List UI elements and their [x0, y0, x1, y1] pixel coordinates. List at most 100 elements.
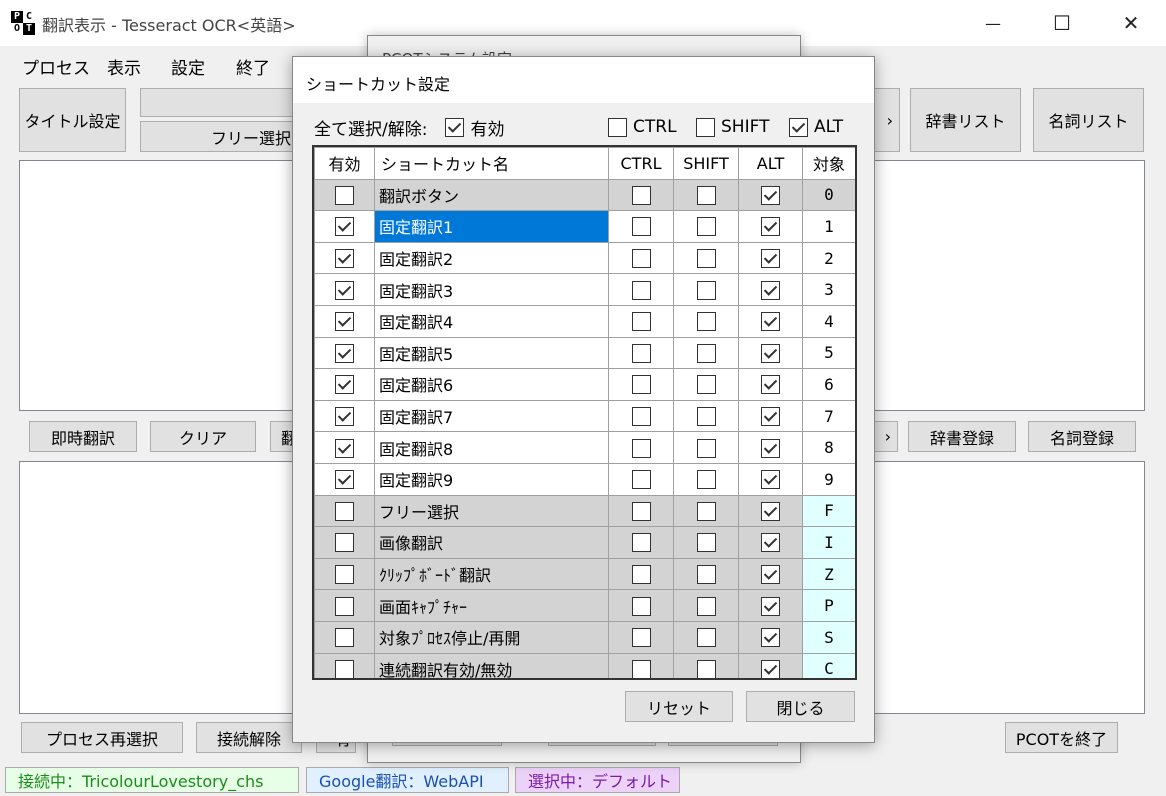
shortcut-name-cell[interactable]: 固定翻訳1: [374, 210, 609, 243]
shortcut-name-cell[interactable]: 連続翻訳有効/無効: [374, 652, 609, 678]
row-ctrl-checkbox[interactable]: [631, 375, 651, 395]
row-shift-checkbox[interactable]: [696, 659, 716, 678]
row-ctrl-checkbox[interactable]: [631, 596, 651, 616]
row-enabled-cell[interactable]: [314, 241, 375, 275]
row-ctrl-cell[interactable]: [608, 399, 674, 433]
row-shift-cell[interactable]: [673, 494, 739, 528]
toolbar-upper-button[interactable]: [140, 88, 300, 117]
shortcut-name-cell[interactable]: 固定翻訳3: [374, 273, 609, 306]
header-shortcut-name[interactable]: ショートカット名: [374, 147, 609, 180]
row-shift-cell[interactable]: [673, 557, 739, 591]
row-enabled-cell[interactable]: [314, 526, 375, 559]
row-alt-cell[interactable]: [738, 652, 803, 678]
table-row[interactable]: 画面ｷｬﾌﾟﾁｬｰ P: [314, 589, 855, 622]
row-ctrl-cell[interactable]: [608, 431, 674, 464]
row-enabled-checkbox[interactable]: [335, 407, 354, 427]
row-enabled-cell[interactable]: [314, 462, 375, 496]
row-alt-checkbox[interactable]: [761, 470, 780, 490]
shortcut-name-cell[interactable]: 固定翻訳4: [374, 304, 609, 338]
table-row[interactable]: 固定翻訳7 7: [314, 399, 855, 433]
row-ctrl-cell[interactable]: [608, 273, 674, 306]
row-alt-cell[interactable]: [738, 241, 803, 275]
row-shift-checkbox[interactable]: [696, 628, 716, 648]
table-row[interactable]: ｸﾘｯﾌﾟﾎﾞｰﾄﾞ翻訳 Z: [314, 557, 855, 591]
row-ctrl-checkbox[interactable]: [631, 501, 651, 521]
reset-button[interactable]: リセット: [625, 691, 733, 722]
noun-register-button[interactable]: 名詞登録: [1028, 421, 1136, 452]
shortcut-name-cell[interactable]: 固定翻訳9: [374, 462, 609, 496]
row-shift-cell[interactable]: [673, 241, 739, 275]
shortcut-name-cell[interactable]: 固定翻訳7: [374, 399, 609, 433]
row-shift-cell[interactable]: [673, 336, 739, 370]
target-key-cell[interactable]: 1: [802, 210, 855, 243]
menu-process[interactable]: プロセス: [22, 54, 90, 79]
title-setting-button[interactable]: タイトル設定: [19, 88, 126, 152]
row-alt-checkbox[interactable]: [761, 501, 780, 521]
clear-button[interactable]: クリア: [150, 421, 256, 452]
row-enabled-checkbox[interactable]: [335, 628, 354, 648]
row-alt-cell[interactable]: [738, 589, 803, 622]
header-shift[interactable]: SHIFT: [673, 147, 739, 180]
row-shift-checkbox[interactable]: [696, 280, 716, 300]
row-shift-cell[interactable]: [673, 368, 739, 401]
row-enabled-cell[interactable]: [314, 368, 375, 401]
header-ctrl[interactable]: CTRL: [608, 147, 674, 180]
row-ctrl-checkbox[interactable]: [631, 312, 651, 332]
row-ctrl-checkbox[interactable]: [631, 343, 651, 363]
target-key-cell[interactable]: 4: [802, 304, 855, 338]
table-row[interactable]: 固定翻訳4 4: [314, 304, 855, 338]
target-key-cell[interactable]: 8: [802, 431, 855, 464]
target-key-cell[interactable]: 2: [802, 241, 855, 275]
row-ctrl-checkbox[interactable]: [631, 659, 651, 678]
row-ctrl-checkbox[interactable]: [631, 217, 651, 237]
table-row[interactable]: 翻訳ボタン 0: [314, 178, 855, 212]
row-enabled-checkbox[interactable]: [335, 596, 354, 616]
row-alt-cell[interactable]: [738, 557, 803, 591]
row-ctrl-cell[interactable]: [608, 494, 674, 528]
row-ctrl-cell[interactable]: [608, 620, 674, 654]
row-enabled-cell[interactable]: [314, 494, 375, 528]
row-alt-checkbox[interactable]: [761, 312, 780, 332]
row-shift-checkbox[interactable]: [696, 533, 716, 553]
alt-all-checkbox[interactable]: [789, 117, 808, 137]
row-alt-cell[interactable]: [738, 620, 803, 654]
row-alt-cell[interactable]: [738, 462, 803, 496]
table-row[interactable]: 対象ﾌﾟﾛｾｽ停止/再開 S: [314, 620, 855, 654]
exit-pcot-button[interactable]: PCOTを終了: [1005, 722, 1118, 753]
noun-list-button[interactable]: 名詞リスト: [1033, 88, 1144, 152]
row-enabled-checkbox[interactable]: [335, 280, 354, 300]
row-shift-cell[interactable]: [673, 431, 739, 464]
row-alt-cell[interactable]: [738, 431, 803, 464]
row-shift-cell[interactable]: [673, 652, 739, 678]
target-key-cell[interactable]: F: [802, 494, 855, 528]
row-alt-cell[interactable]: [738, 399, 803, 433]
row-ctrl-cell[interactable]: [608, 557, 674, 591]
row-shift-checkbox[interactable]: [696, 438, 716, 458]
shortcut-name-cell[interactable]: 固定翻訳8: [374, 431, 609, 464]
row-shift-checkbox[interactable]: [696, 185, 716, 205]
row-alt-checkbox[interactable]: [761, 407, 780, 427]
row-ctrl-cell[interactable]: [608, 241, 674, 275]
row-enabled-checkbox[interactable]: [335, 438, 354, 458]
menu-view[interactable]: 表示: [107, 54, 141, 79]
menu-settings[interactable]: 設定: [171, 54, 205, 79]
row-enabled-checkbox[interactable]: [335, 312, 354, 332]
menu-exit[interactable]: 終了: [236, 54, 270, 79]
close-icon[interactable]: ✕: [1096, 0, 1166, 46]
row-enabled-checkbox[interactable]: [335, 470, 354, 490]
row-enabled-cell[interactable]: [314, 210, 375, 243]
row-shift-cell[interactable]: [673, 304, 739, 338]
table-row[interactable]: 固定翻訳8 8: [314, 431, 855, 464]
target-key-cell[interactable]: 7: [802, 399, 855, 433]
row-enabled-cell[interactable]: [314, 304, 375, 338]
header-target[interactable]: 対象: [802, 147, 855, 180]
table-row[interactable]: 固定翻訳1 1: [314, 210, 855, 243]
row-ctrl-cell[interactable]: [608, 178, 674, 212]
row-alt-cell[interactable]: [738, 368, 803, 401]
row-ctrl-checkbox[interactable]: [631, 185, 651, 205]
row-ctrl-cell[interactable]: [608, 304, 674, 338]
row-enabled-cell[interactable]: [314, 399, 375, 433]
row-alt-checkbox[interactable]: [761, 533, 780, 553]
row-enabled-cell[interactable]: [314, 620, 375, 654]
row-enabled-checkbox[interactable]: [335, 501, 354, 521]
